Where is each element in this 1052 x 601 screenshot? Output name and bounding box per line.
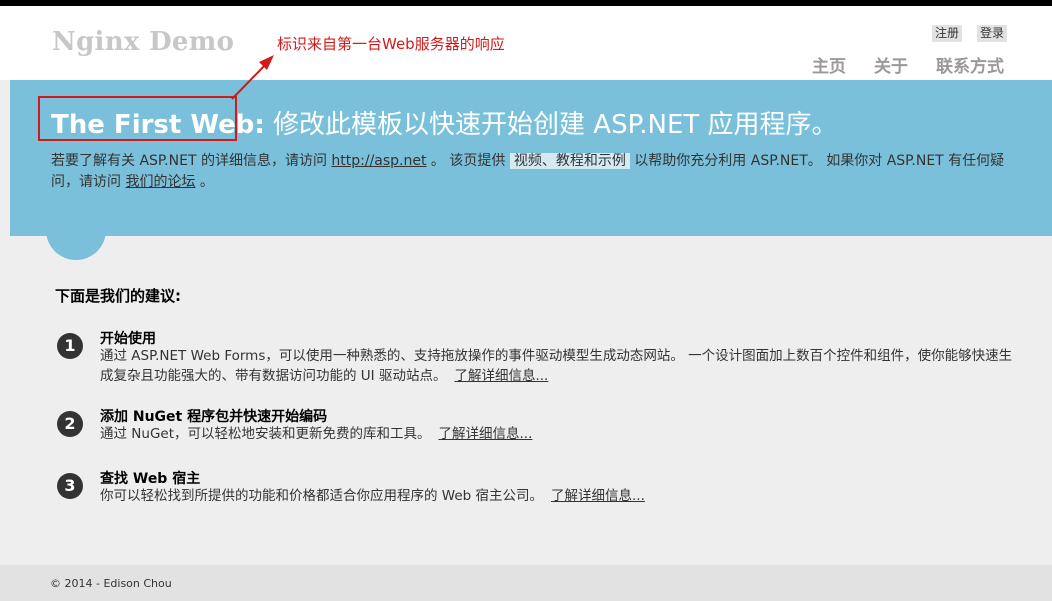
step-number-badge: 3 [57,473,83,499]
nav-contact[interactable]: 联系方式 [936,52,1004,77]
annotation-text: 标识来自第一台Web服务器的响应 [277,35,505,53]
site-footer: © 2014 - Edison Chou [0,565,1052,601]
intro-text-4: 。 [195,174,214,190]
step-description: 你可以轻松找到所提供的功能和价格都适合你应用程序的 Web 宿主公司。 了解详细信… [100,486,1020,506]
hero-title-rest: 修改此模板以快速开始创建 ASP.NET 应用程序。 [264,110,838,140]
learn-more-link[interactable]: 了解详细信息... [454,368,548,384]
step-description-text: 你可以轻松找到所提供的功能和价格都适合你应用程序的 Web 宿主公司。 [100,488,544,504]
annotation-highlight-box [38,96,237,141]
site-logo[interactable]: Nginx Demo [52,27,234,57]
register-link[interactable]: 注册 [932,25,963,42]
step-description: 通过 ASP.NET Web Forms，可以使用一种熟悉的、支持拖放操作的事件… [100,346,1020,386]
step-title: 查找 Web 宿主 [100,471,201,487]
step-number-badge: 2 [57,411,83,437]
step-title: 开始使用 [100,331,156,347]
nav-home[interactable]: 主页 [812,52,846,77]
step-description-text: 通过 NuGet，可以轻松地安装和更新免费的库和工具。 [100,426,431,442]
footer-copyright: © 2014 - Edison Chou [50,577,172,590]
asp-net-link[interactable]: http://asp.net [331,153,426,169]
step-description-text: 通过 ASP.NET Web Forms，可以使用一种熟悉的、支持拖放操作的事件… [100,348,1013,384]
step-number-badge: 1 [57,333,83,359]
login-link[interactable]: 登录 [977,25,1008,42]
step-title: 添加 NuGet 程序包并快速开始编码 [100,409,328,425]
banner-decoration-circle [46,200,106,260]
hero-intro: 若要了解有关 ASP.NET 的详细信息，请访问 http://asp.net … [51,151,1013,193]
learn-more-link[interactable]: 了解详细信息... [439,426,533,442]
learn-more-link[interactable]: 了解详细信息... [551,488,645,504]
forum-link[interactable]: 我们的论坛 [125,174,195,190]
videos-link[interactable]: 视频、教程和示例 [509,153,630,169]
suggestions-heading: 下面是我们的建议: [55,287,181,305]
nav-about[interactable]: 关于 [874,52,908,77]
intro-text-2: 。 该页提供 [426,153,510,169]
step-description: 通过 NuGet，可以轻松地安装和更新免费的库和工具。 了解详细信息... [100,424,1020,444]
intro-text-1: 若要了解有关 ASP.NET 的详细信息，请访问 [51,153,332,169]
